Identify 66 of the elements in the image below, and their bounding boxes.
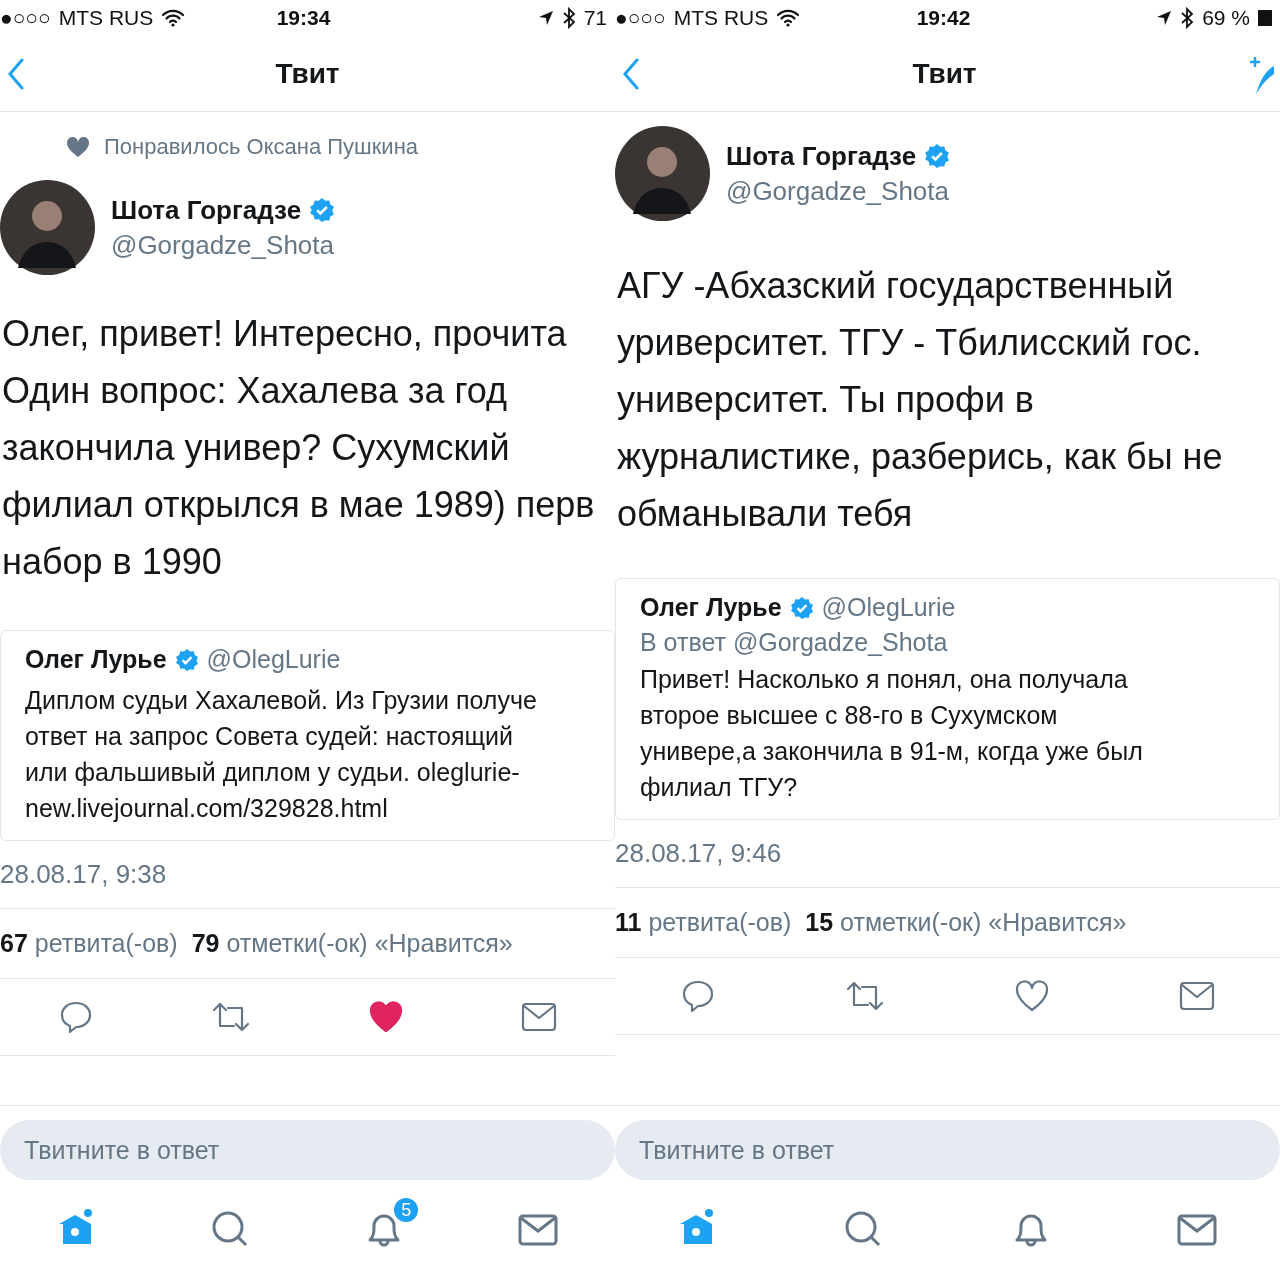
battery-percent: 71 (583, 6, 607, 30)
reply-field[interactable]: Твитните в ответ (615, 1120, 1280, 1180)
avatar-icon[interactable] (0, 180, 95, 275)
stat-count[interactable]: 11 ретвита(-ов) (615, 908, 792, 937)
author-handle[interactable]: @Gorgadze_Shota (726, 175, 951, 207)
avatar-icon[interactable] (615, 126, 710, 221)
screen-title: Твит (275, 57, 340, 90)
location-arrow-icon (1156, 10, 1173, 26)
bluetooth-icon (561, 7, 576, 29)
quoted-text-line: универе,а закончила в 91-м, когда уже был (640, 736, 1144, 767)
tweet-text-line: филиал открылся в мае 1989) перв (2, 483, 596, 527)
clock-time: 19:42 (916, 6, 971, 30)
signal-dots: ●○○○ (0, 6, 51, 30)
location-arrow-icon (537, 10, 554, 26)
stat-count[interactable]: 67 ретвита(-ов) (0, 929, 178, 958)
stat-count[interactable]: 15 отметки(-ок) «Нравится» (805, 908, 1127, 937)
author-handle[interactable]: @Gorgadze_Shota (111, 229, 336, 261)
quoted-author-name: Олег Лурье (640, 593, 782, 622)
tweet-timestamp: 28.08.17, 9:38 (0, 859, 167, 889)
carrier-name: MTS RUS (58, 6, 154, 30)
notification-badge: 5 (392, 1196, 421, 1224)
back-icon[interactable] (6, 57, 26, 90)
stat-count[interactable]: 79 отметки(-ок) «Нравится» (191, 929, 513, 958)
quoted-author-handle: @OlegLurie (206, 645, 341, 674)
clock-time: 19:34 (276, 6, 331, 30)
reply-to-text: В ответ @Gorgadze_Shota (640, 628, 949, 657)
retweet-icon[interactable] (844, 979, 885, 1013)
tweet-text-line: закончила универ? Сухумский (2, 426, 511, 470)
heart-icon[interactable] (1014, 979, 1051, 1013)
tweet-text-line: Один вопрос: Хахалева за год (2, 369, 509, 413)
quoted-author-handle: @OlegLurie (821, 593, 956, 622)
tweet-text-line: набор в 1990 (2, 540, 223, 584)
mail-icon[interactable] (520, 1002, 557, 1032)
quoted-text-line: new.livejournal.com/329828.html (25, 793, 389, 824)
tweet-text-line: уриверситет. ТГУ - Тбилисский гос. (617, 321, 1203, 365)
bluetooth-icon (1180, 7, 1195, 29)
signal-dots: ●○○○ (615, 6, 666, 30)
quoted-tweet-card[interactable]: Олег Лурье @OlegLurie Диплом судьи Хахалевой. Из Грузии получе ответ на запрос Совета судей: настоящий или фальшивый диплом у судьи. oleglurie- new.livejournal.com/329828.html (0, 630, 615, 841)
tweet-timestamp: 28.08.17, 9:46 (615, 838, 782, 868)
carrier-name: MTS RUS (673, 6, 769, 30)
reply-field[interactable]: Твитните в ответ (0, 1120, 615, 1180)
tweet-text-line: журналистике, разберись, как бы не (617, 435, 1224, 479)
wifi-icon (776, 9, 801, 27)
liked-by-text: Понравилось Оксана Пушкина (104, 134, 418, 160)
quoted-text-line: второе высшее с 88-го в Сухумском (640, 700, 1059, 731)
tweet-text-line: обманывали тебя (617, 492, 914, 536)
author-name[interactable]: Шота Горгадзе (726, 140, 917, 172)
quoted-text-line: филиал ТГУ? (640, 772, 799, 803)
author-name[interactable]: Шота Горгадзе (111, 194, 302, 226)
mail-icon[interactable] (1179, 981, 1216, 1011)
quoted-author-name: Олег Лурье (25, 645, 167, 674)
battery-percent: 69 % (1202, 6, 1250, 30)
screen-title: Твит (912, 57, 977, 90)
wifi-icon (161, 9, 186, 27)
back-icon[interactable] (621, 57, 641, 90)
tweet-text-line: АГУ -Абхазский государственный (617, 264, 1175, 308)
quoted-tweet-card[interactable]: Олег Лурье @OlegLurie В ответ @Gorgadze_Shota Привет! Насколько я понял, она получала второе высшее с 88-го в Сухумском универе,а закончила в 91-м, когда уже был филиал ТГУ? (615, 578, 1280, 820)
heart-icon (66, 136, 90, 158)
retweet-icon[interactable] (211, 1000, 252, 1034)
quoted-text-line: или фальшивый диплом у судьи. oleglurie- (25, 757, 521, 788)
quoted-text-line: Привет! Насколько я понял, она получала (640, 664, 1129, 695)
quoted-text-line: ответ на запрос Совета судей: настоящий (25, 721, 514, 752)
tweet-text-line: университет. Ты профи в (617, 378, 1035, 422)
heart-icon[interactable] (367, 1000, 404, 1034)
tweet-text-line: Олег, привет! Интересно, прочита (2, 312, 568, 356)
quoted-text-line: Диплом судьи Хахалевой. Из Грузии получе (25, 685, 538, 716)
